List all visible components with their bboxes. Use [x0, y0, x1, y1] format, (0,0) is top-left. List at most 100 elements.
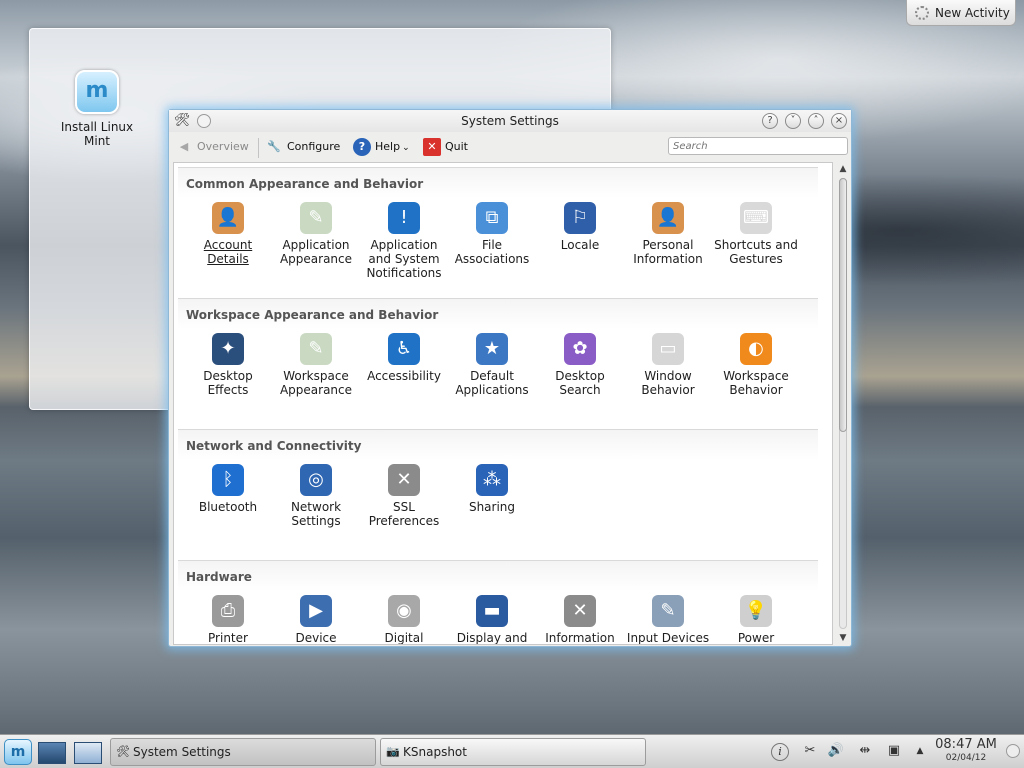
settings-section: Hardware ⎙ Printer ▶ Device ◉ Digital ▬ Display … [178, 560, 818, 645]
settings-module-item[interactable]: ◉ Digital [360, 595, 448, 645]
desktop-pager-2[interactable] [74, 742, 102, 764]
settings-module-item[interactable]: ✎ Input Devices [624, 595, 712, 645]
settings-module-item[interactable]: ✿ Desktop Search [536, 333, 624, 397]
settings-module-item[interactable]: ✕ SSL Preferences [360, 464, 448, 528]
settings-module-label: Application and System Notifications [366, 238, 442, 280]
digital-clock[interactable]: 08:47 AM 02/04/12 [932, 737, 1000, 764]
install-linux-mint-desktop-icon[interactable]: m Install Linux Mint [57, 70, 137, 148]
search-input[interactable] [668, 137, 848, 155]
desktop-effects-icon: ✦ [212, 333, 244, 365]
settings-module-item[interactable]: ◐ Workspace Behavior [712, 333, 800, 397]
tray-expand-arrow-icon[interactable]: ▲ [910, 741, 930, 761]
settings-module-label: Sharing [468, 500, 516, 514]
device-actions-icon: ▶ [300, 595, 332, 627]
window-titlebar[interactable]: 🛠 System Settings ? ˅ ˄ × [169, 110, 851, 132]
settings-module-item[interactable]: ✎ Workspace Appearance [272, 333, 360, 397]
settings-module-label: Desktop Effects [203, 369, 253, 397]
settings-module-item[interactable]: ᛒ Bluetooth [184, 464, 272, 514]
printer-icon: ⎙ [212, 595, 244, 627]
display-monitor-icon: ▬ [476, 595, 508, 627]
sharing-icon: ⁂ [476, 464, 508, 496]
settings-module-item[interactable]: ✎ Application Appearance [272, 202, 360, 266]
input-devices-icon: ✎ [652, 595, 684, 627]
window-help-button[interactable]: ? [762, 113, 778, 129]
settings-module-item[interactable]: ⁂ Sharing [448, 464, 536, 514]
settings-module-label: Workspace Behavior [723, 369, 789, 397]
quit-button[interactable]: ✕ Quit [423, 137, 468, 157]
usb-device-notifier-icon[interactable]: ⇹ [855, 741, 875, 761]
settings-section: Common Appearance and Behavior 👤 Account D… [178, 167, 818, 293]
settings-module-item[interactable]: ▶ Device [272, 595, 360, 645]
settings-task-icon: 🛠 [116, 745, 130, 758]
wrench-icon: 🔧 [267, 140, 281, 153]
settings-module-item[interactable]: ▭ Window Behavior [624, 333, 712, 397]
settings-module-item[interactable]: ⌨ Shortcuts and Gestures [712, 202, 800, 266]
settings-module-item[interactable]: ♿ Accessibility [360, 333, 448, 383]
task-ksnapshot[interactable]: 📷 KSnapshot [380, 738, 646, 766]
settings-module-item[interactable]: ⧉ File Associations [448, 202, 536, 266]
task-system-settings[interactable]: 🛠 System Settings [110, 738, 376, 766]
volume-icon[interactable]: 🔊 [826, 741, 846, 761]
toolbar-separator [258, 138, 259, 158]
information-icon: ✕ [564, 595, 596, 627]
main-toolbar: ◀ Overview 🔧 Configure ? Help ⌄ ✕ Quit [169, 134, 851, 160]
settings-module-item[interactable]: ⎙ Printer [184, 595, 272, 645]
digital-camera-icon: ◉ [388, 595, 420, 627]
accessibility-icon: ♿ [388, 333, 420, 365]
panel-toolbox-icon[interactable] [1006, 744, 1020, 758]
settings-module-item[interactable]: ★ Default Applications [448, 333, 536, 397]
settings-module-item[interactable]: ◎ Network Settings [272, 464, 360, 528]
settings-module-label: Accessibility [367, 369, 441, 383]
settings-module-item[interactable]: ⚐ Locale [536, 202, 624, 252]
window-close-button[interactable]: × [831, 113, 847, 129]
network-manager-icon[interactable]: ▣ [884, 741, 904, 761]
notifications-icon: ! [388, 202, 420, 234]
settings-section: Network and Connectivity ᛒ Bluetooth ◎ Netwo… [178, 429, 818, 555]
workspace-appearance-icon: ✎ [300, 333, 332, 365]
new-activity-button[interactable]: New Activity [906, 0, 1016, 26]
settings-module-label: Printer [208, 631, 248, 645]
settings-module-label: Window Behavior [641, 369, 695, 397]
settings-module-item[interactable]: 👤 Account Details [184, 202, 272, 266]
scroll-down-arrow[interactable]: ▼ [835, 631, 851, 645]
configure-label: Configure [287, 140, 341, 153]
notifications-info-icon[interactable]: i [771, 743, 789, 761]
settings-module-label: Device [295, 631, 337, 645]
settings-module-item[interactable]: 👤 Personal Information [624, 202, 712, 266]
settings-module-label: Shortcuts and Gestures [714, 238, 798, 266]
settings-module-item[interactable]: ✦ Desktop Effects [184, 333, 272, 397]
help-menu-button[interactable]: ? Help ⌄ [353, 137, 410, 157]
settings-module-label: Digital [384, 631, 424, 645]
locale-flag-icon: ⚐ [564, 202, 596, 234]
section-title: Common Appearance and Behavior [186, 177, 424, 191]
settings-module-label: Input Devices [626, 631, 710, 645]
bluetooth-icon: ᛒ [212, 464, 244, 496]
back-arrow-icon: ◀ [179, 140, 189, 153]
desktop-pager-1[interactable] [38, 742, 66, 764]
overview-button[interactable]: ◀ Overview [175, 137, 249, 157]
settings-module-item[interactable]: ✕ Information [536, 595, 624, 644]
settings-module-item[interactable]: 💡 Power [712, 595, 800, 644]
settings-content-area: Common Appearance and Behavior 👤 Account D… [173, 162, 833, 645]
new-activity-label: New Activity [935, 6, 1010, 20]
scroll-up-arrow[interactable]: ▲ [835, 162, 851, 176]
settings-module-label: Account Details [203, 238, 253, 266]
settings-module-item[interactable]: ▬ Display and [448, 595, 536, 644]
application-launcher-button[interactable]: m [4, 739, 32, 765]
default-applications-icon: ★ [476, 333, 508, 365]
vertical-scrollbar[interactable]: ▲ ▼ [835, 162, 851, 645]
activity-spinner-icon [915, 6, 929, 20]
settings-module-label: Application Appearance [279, 238, 353, 266]
klipper-scissors-icon[interactable]: ✂ [800, 741, 820, 761]
configure-button[interactable]: 🔧 Configure [265, 137, 340, 157]
settings-module-item[interactable]: ! Application and System Notifications [360, 202, 448, 280]
file-associations-icon: ⧉ [476, 202, 508, 234]
window-maximize-button[interactable]: ˄ [808, 113, 824, 129]
settings-module-label: Network Settings [290, 500, 342, 528]
account-details-icon: 👤 [212, 202, 244, 234]
personal-information-icon: 👤 [652, 202, 684, 234]
window-behavior-icon: ▭ [652, 333, 684, 365]
scrollbar-thumb[interactable] [839, 178, 847, 432]
system-settings-window: 🛠 System Settings ? ˅ ˄ × ◀ Overview 🔧 Con… [168, 109, 852, 647]
window-minimize-button[interactable]: ˅ [785, 113, 801, 129]
